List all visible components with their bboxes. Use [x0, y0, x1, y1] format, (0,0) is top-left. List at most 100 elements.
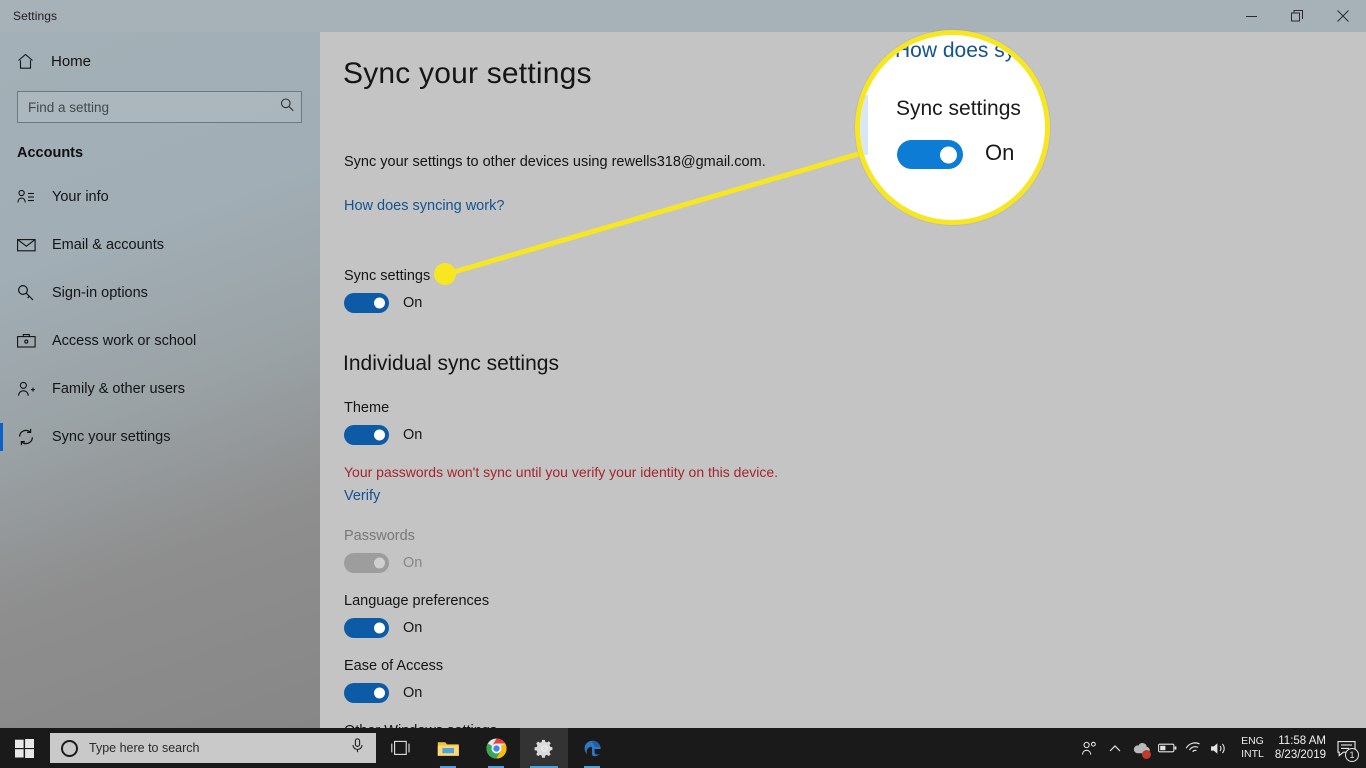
- sidebar-home-label: Home: [51, 52, 92, 70]
- passwords-group: Passwords On: [344, 528, 422, 573]
- toggle-knob: [374, 297, 385, 309]
- search-field-wrapper: [17, 91, 302, 123]
- sidebar-item-email-accounts[interactable]: Email & accounts: [0, 221, 320, 269]
- settings-window: Settings Home Find a setting Accounts Yo…: [0, 0, 1366, 768]
- individual-sync-settings-heading: Individual sync settings: [343, 352, 559, 375]
- onedrive-icon[interactable]: [1128, 728, 1154, 768]
- sync-settings-toggle-row: On: [344, 293, 430, 313]
- taskbar: Type here to search ENG INTL 11:58 AM 8/…: [0, 728, 1366, 768]
- password-sync-warning: Your passwords won't sync until you veri…: [344, 464, 779, 480]
- sidebar-item-family-other-users[interactable]: Family & other users: [0, 365, 320, 413]
- settings-gear-icon[interactable]: [520, 728, 568, 768]
- taskbar-search-placeholder: Type here to search: [89, 741, 200, 755]
- sidebar-item-label: Sync your settings: [52, 429, 171, 445]
- search-input[interactable]: [17, 91, 302, 123]
- wifi-icon[interactable]: [1180, 728, 1206, 768]
- battery-icon[interactable]: [1154, 728, 1180, 768]
- verify-link[interactable]: Verify: [344, 488, 380, 504]
- people-icon[interactable]: [1076, 728, 1102, 768]
- sidebar-nav-list: Your info Email & accounts Sign-in optio…: [0, 173, 320, 461]
- callout-toggle-state: On: [985, 140, 1015, 165]
- clock-date: 8/23/2019: [1274, 749, 1326, 761]
- main-content: Sync your settings Sync your settings to…: [320, 32, 1366, 728]
- toggle-knob: [940, 146, 957, 163]
- theme-toggle-row: On: [344, 425, 422, 445]
- home-icon: [17, 53, 43, 70]
- microsoft-edge-icon[interactable]: [568, 728, 616, 768]
- toggle-knob: [374, 622, 385, 634]
- user-add-icon: [17, 381, 43, 398]
- callout-sync-settings-label: Sync settings: [896, 97, 1021, 120]
- microphone-icon[interactable]: [351, 738, 364, 758]
- windows-start-icon[interactable]: [0, 728, 48, 768]
- theme-label: Theme: [344, 400, 390, 416]
- clock[interactable]: 11:58 AM 8/23/2019: [1275, 734, 1326, 762]
- sidebar-item-label: Sign-in options: [52, 285, 148, 301]
- sidebar-item-label: Your info: [52, 189, 109, 205]
- ease-of-access-state: On: [403, 685, 423, 701]
- sidebar: Home Accounts Your info: [0, 32, 320, 728]
- file-explorer-icon[interactable]: [424, 728, 472, 768]
- show-hidden-icons-chevron[interactable]: [1102, 728, 1128, 768]
- theme-toggle[interactable]: [344, 425, 389, 445]
- envelope-icon: [17, 238, 43, 252]
- sidebar-item-home[interactable]: Home: [0, 41, 320, 81]
- callout-top-text: How does sy: [895, 39, 1016, 62]
- cortana-circle-icon: [61, 739, 78, 757]
- sync-icon: [17, 428, 43, 446]
- magnifier-callout: How does sy Sync settings On: [855, 30, 1050, 225]
- sidebar-item-access-work-school[interactable]: Access work or school: [0, 317, 320, 365]
- intro-text: Sync your settings to other devices usin…: [344, 154, 766, 170]
- sync-settings-toggle[interactable]: [344, 293, 389, 313]
- restore-icon[interactable]: [1274, 0, 1320, 32]
- sidebar-section-title: Accounts: [17, 145, 84, 161]
- sync-settings-state: On: [403, 295, 423, 311]
- onedrive-error-badge: [1142, 750, 1152, 759]
- sidebar-item-sync-your-settings[interactable]: Sync your settings: [0, 413, 320, 461]
- taskbar-search-box[interactable]: Type here to search: [50, 733, 376, 763]
- passwords-state: On: [403, 555, 423, 571]
- sidebar-item-your-info[interactable]: Your info: [0, 173, 320, 221]
- ease-of-access-group: Ease of Access On: [344, 658, 443, 703]
- callout-content: How does sy Sync settings On: [860, 35, 1045, 220]
- language-line-2: INTL: [1241, 748, 1264, 760]
- language-preferences-state: On: [403, 620, 423, 636]
- system-tray: ENG INTL 11:58 AM 8/23/2019 1: [1076, 728, 1366, 768]
- clock-time: 11:58 AM: [1278, 735, 1326, 747]
- callout-edge-stripe: [860, 95, 868, 155]
- window-title: Settings: [13, 9, 58, 23]
- sidebar-item-label: Family & other users: [52, 381, 185, 397]
- volume-icon[interactable]: [1206, 728, 1232, 768]
- google-chrome-icon[interactable]: [472, 728, 520, 768]
- minimize-icon[interactable]: [1228, 0, 1274, 32]
- user-info-icon: [17, 189, 43, 205]
- briefcase-icon: [17, 333, 43, 349]
- toggle-knob: [374, 429, 385, 441]
- passwords-toggle-row: On: [344, 553, 422, 573]
- key-icon: [17, 284, 43, 302]
- ease-of-access-toggle[interactable]: [344, 683, 389, 703]
- task-view-icon[interactable]: [376, 728, 424, 768]
- close-icon[interactable]: [1320, 0, 1366, 32]
- sync-settings-label: Sync settings: [344, 268, 431, 284]
- toggle-knob: [374, 687, 385, 699]
- language-indicator[interactable]: ENG INTL: [1241, 735, 1264, 761]
- how-does-syncing-work-link[interactable]: How does syncing work?: [344, 198, 504, 214]
- action-center-icon[interactable]: 1: [1326, 728, 1366, 768]
- page-title: Sync your settings: [343, 57, 592, 90]
- sync-settings-group: Sync settings On: [344, 268, 430, 313]
- sidebar-item-signin-options[interactable]: Sign-in options: [0, 269, 320, 317]
- callout-sync-settings-toggle: [897, 140, 963, 169]
- language-preferences-group: Language preferences On: [344, 593, 489, 638]
- sidebar-item-label: Email & accounts: [52, 237, 165, 253]
- ease-of-access-label: Ease of Access: [344, 658, 444, 674]
- language-preferences-toggle-row: On: [344, 618, 489, 638]
- language-preferences-toggle[interactable]: [344, 618, 389, 638]
- title-bar: Settings: [0, 0, 1366, 32]
- passwords-label: Passwords: [344, 528, 415, 544]
- language-preferences-label: Language preferences: [344, 593, 490, 609]
- notification-count-badge: 1: [1345, 748, 1359, 762]
- ease-of-access-toggle-row: On: [344, 683, 443, 703]
- sidebar-item-label: Access work or school: [52, 333, 197, 349]
- theme-state: On: [403, 427, 423, 443]
